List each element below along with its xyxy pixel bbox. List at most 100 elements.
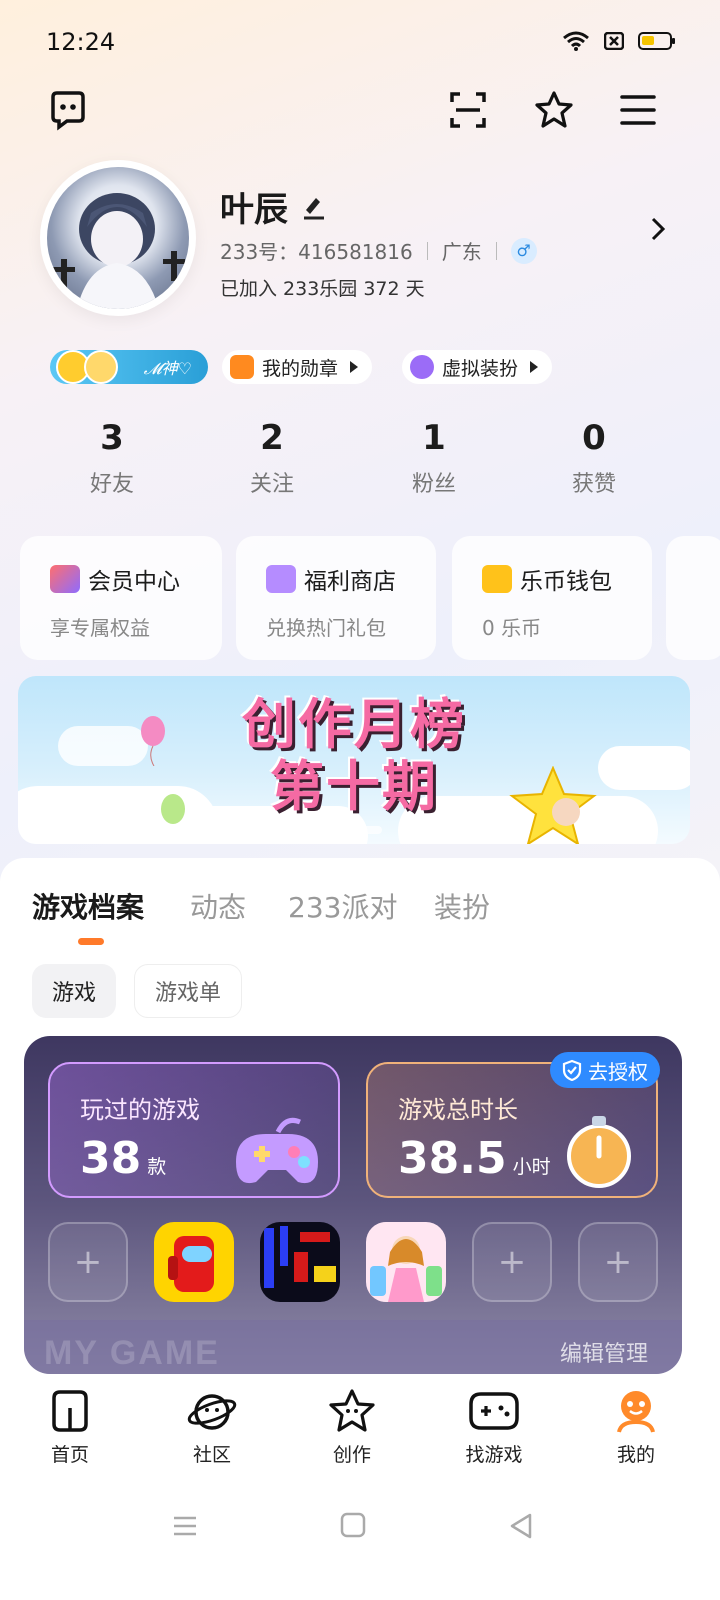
stat-followers[interactable]: 1 粉丝	[364, 418, 504, 498]
played-games-box[interactable]: 玩过的游戏 38 款	[48, 1062, 340, 1198]
virtual-outfit-chip[interactable]: 虚拟装扮	[402, 350, 553, 384]
outfit-icon	[410, 355, 434, 379]
game-icon-text-puzzle[interactable]	[260, 1222, 340, 1302]
my-medals-label: 我的勋章	[262, 357, 339, 380]
plus-icon: +	[73, 1242, 103, 1282]
nav-label: 找游戏	[465, 1444, 523, 1466]
user-name[interactable]: 叶辰	[220, 182, 326, 231]
gamepad-icon	[469, 1392, 519, 1430]
home-button-icon[interactable]	[340, 1512, 366, 1538]
stat-label: 获赞	[571, 472, 616, 497]
back-icon[interactable]	[508, 1512, 534, 1540]
avatar[interactable]	[40, 160, 196, 316]
gender-icon: ♂	[510, 237, 537, 264]
system-nav-bar	[0, 1486, 720, 1600]
banner-pager	[322, 826, 382, 834]
subtab-games[interactable]: 游戏	[32, 964, 116, 1018]
play-time-value: 38.5	[398, 1133, 507, 1184]
triangle-right-icon	[530, 361, 539, 373]
joined-days: 已加入 233乐园 372 天	[220, 278, 425, 300]
my-medals-chip[interactable]: 我的勋章	[222, 350, 373, 384]
tab-indicator	[78, 938, 104, 945]
create-icon	[329, 1389, 375, 1432]
authorize-button[interactable]: 去授权	[550, 1052, 660, 1088]
nav-home[interactable]: 首页	[10, 1388, 130, 1467]
played-games-unit: 款	[147, 1156, 167, 1178]
welfare-shop-card[interactable]: 福利商店 兑换热门礼包	[236, 536, 436, 660]
card-title: 乐币钱包	[520, 569, 612, 595]
add-game-slot[interactable]: +	[578, 1222, 658, 1302]
edit-manage-button[interactable]: 编辑管理	[560, 1336, 648, 1368]
tab-activity[interactable]: 动态	[190, 886, 246, 926]
user-region: 广东	[441, 240, 482, 264]
more-feature-card[interactable]	[666, 536, 720, 660]
card-subtitle: 0 乐币	[482, 616, 542, 640]
authorize-label: 去授权	[588, 1059, 648, 1084]
edit-icon[interactable]	[300, 194, 326, 220]
add-game-slot[interactable]: +	[48, 1222, 128, 1302]
title-badge[interactable]: 𝓜神♡	[50, 350, 208, 384]
nav-create[interactable]: 创作	[292, 1388, 412, 1467]
medal-icon	[230, 355, 254, 379]
tab-outfit[interactable]: 装扮	[434, 886, 490, 926]
user-id: 233号：416581816	[220, 240, 413, 264]
played-games-value: 38	[80, 1133, 142, 1184]
bottom-nav: 首页 社区 创作 找游戏 我的	[0, 1376, 720, 1486]
battery-icon	[638, 32, 675, 50]
nav-community[interactable]: 社区	[152, 1388, 272, 1467]
plus-icon: +	[497, 1242, 527, 1282]
crown-icon	[50, 565, 80, 593]
stopwatch-illustration-icon	[567, 1116, 631, 1188]
nav-mine[interactable]: 我的	[576, 1388, 696, 1467]
subtab-game-lists[interactable]: 游戏单	[134, 964, 242, 1018]
community-icon	[187, 1394, 237, 1430]
profile-icon	[617, 1391, 655, 1433]
chevron-right-icon[interactable]	[648, 214, 668, 248]
menu-icon[interactable]	[616, 88, 660, 132]
home-icon	[52, 1390, 88, 1432]
stat-friends[interactable]: 3 好友	[42, 418, 182, 498]
status-time: 12:24	[46, 28, 116, 56]
add-game-slot[interactable]: +	[472, 1222, 552, 1302]
nav-label: 社区	[192, 1444, 231, 1466]
coin-wallet-card[interactable]: 乐币钱包 0 乐币	[452, 536, 652, 660]
smile-emoji-icon	[84, 350, 118, 384]
game-icon-dress-up[interactable]	[366, 1222, 446, 1302]
scan-icon[interactable]	[446, 88, 490, 132]
stat-value: 1	[422, 418, 446, 458]
banner-line-1: 创作月榜	[242, 693, 466, 756]
nav-label: 首页	[50, 1444, 89, 1466]
wallet-icon	[482, 565, 512, 593]
card-title: 会员中心	[88, 569, 180, 595]
card-subtitle: 享专属权益	[50, 616, 150, 640]
nav-find-games[interactable]: 找游戏	[434, 1388, 554, 1467]
tab-party[interactable]: 233派对	[288, 886, 397, 926]
tab-game-profile[interactable]: 游戏档案	[32, 886, 144, 926]
creation-ranking-banner[interactable]: 创作月榜 第十期	[18, 676, 690, 844]
stat-value: 0	[582, 418, 606, 458]
stat-label: 粉丝	[411, 472, 456, 497]
vip-center-card[interactable]: 会员中心 享专属权益	[20, 536, 222, 660]
nav-label: 创作	[332, 1444, 371, 1466]
divider	[495, 241, 497, 260]
stat-likes[interactable]: 0 获赞	[524, 418, 664, 498]
star-badge-icon[interactable]	[532, 88, 576, 132]
virtual-outfit-label: 虚拟装扮	[442, 357, 519, 380]
plus-icon: +	[603, 1242, 633, 1282]
triangle-right-icon	[350, 361, 359, 373]
game-icon-among-us[interactable]	[154, 1222, 234, 1302]
divider	[426, 241, 428, 260]
title-badge-text: 𝓜神♡	[143, 359, 192, 378]
card-subtitle: 兑换热门礼包	[266, 616, 386, 640]
message-icon[interactable]	[46, 88, 90, 132]
my-game-watermark: MY GAME	[44, 1334, 220, 1372]
sim-icon	[604, 32, 624, 50]
stat-label: 关注	[249, 472, 294, 497]
shield-check-icon	[562, 1059, 582, 1081]
stat-following[interactable]: 2 关注	[202, 418, 342, 498]
nav-label: 我的	[616, 1444, 655, 1466]
gift-icon	[266, 565, 296, 593]
recent-apps-icon[interactable]	[172, 1514, 198, 1538]
card-title: 福利商店	[304, 569, 396, 595]
stat-value: 2	[260, 418, 284, 458]
